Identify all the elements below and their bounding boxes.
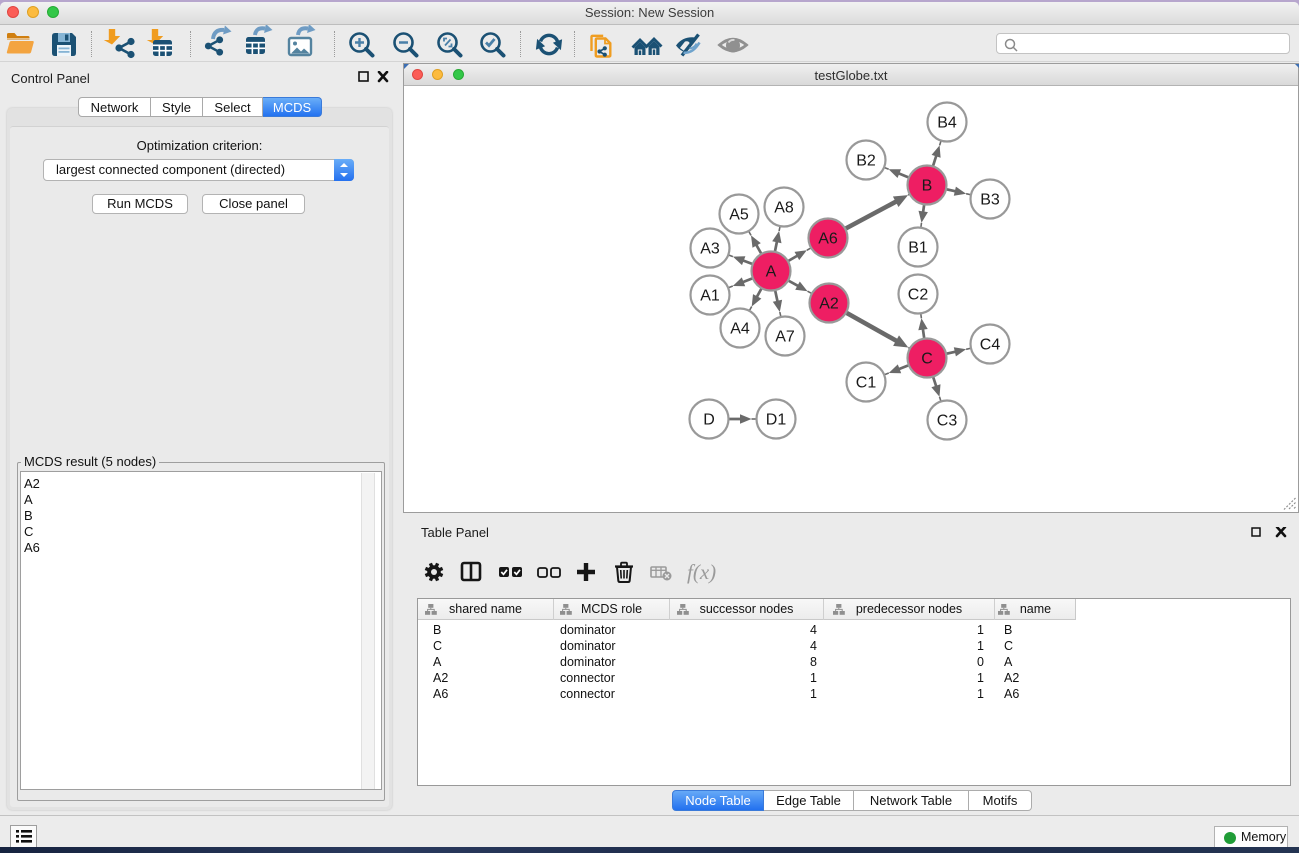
svg-text:C: C (921, 351, 933, 368)
svg-text:D: D (703, 412, 715, 429)
svg-text:A7: A7 (775, 329, 795, 346)
svg-text:B1: B1 (908, 240, 928, 257)
svg-text:C1: C1 (856, 375, 877, 392)
svg-text:A4: A4 (730, 321, 750, 338)
svg-text:C4: C4 (980, 337, 1001, 354)
svg-text:A3: A3 (700, 241, 720, 258)
svg-text:A6: A6 (818, 231, 838, 248)
svg-text:B: B (922, 178, 933, 195)
svg-text:f(x): f(x) (687, 560, 716, 584)
svg-text:D1: D1 (766, 412, 787, 429)
svg-text:A: A (766, 264, 777, 281)
svg-text:C3: C3 (937, 413, 958, 430)
svg-text:A5: A5 (729, 207, 749, 224)
svg-text:A2: A2 (819, 296, 839, 313)
svg-text:B3: B3 (980, 192, 1000, 209)
svg-text:A1: A1 (700, 288, 720, 305)
svg-text:B4: B4 (937, 115, 957, 132)
svg-text:B2: B2 (856, 153, 876, 170)
svg-text:A8: A8 (774, 200, 794, 217)
svg-text:C2: C2 (908, 287, 929, 304)
